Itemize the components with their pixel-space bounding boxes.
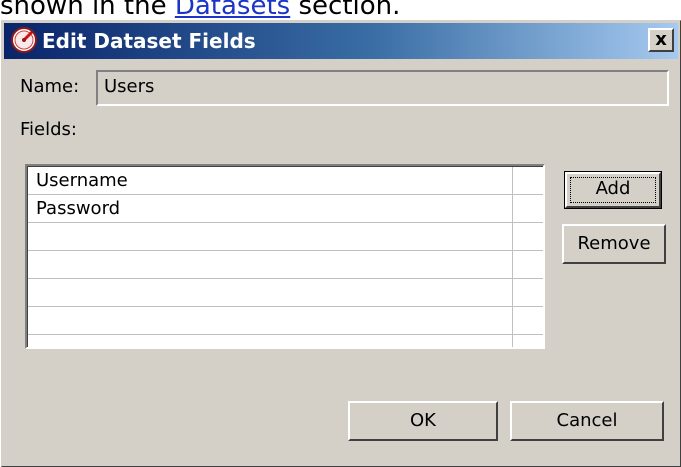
datasets-link[interactable]: Datasets bbox=[175, 0, 290, 21]
fields-table-body: Username Password bbox=[27, 166, 543, 347]
close-icon: x bbox=[655, 29, 667, 50]
table-row[interactable]: Username bbox=[28, 167, 543, 195]
add-button[interactable]: Add bbox=[564, 171, 662, 209]
cancel-button[interactable]: Cancel bbox=[510, 401, 664, 441]
name-label: Name: bbox=[20, 76, 80, 97]
document-text-after: section. bbox=[290, 0, 401, 21]
table-row[interactable] bbox=[28, 307, 543, 335]
field-name-cell: Username bbox=[36, 170, 128, 191]
dialog-title: Edit Dataset Fields bbox=[42, 29, 256, 53]
ok-button[interactable]: OK bbox=[348, 401, 498, 441]
table-row[interactable] bbox=[28, 251, 543, 279]
document-text-before: shown in the bbox=[0, 0, 175, 21]
remove-button[interactable]: Remove bbox=[562, 224, 666, 264]
table-row[interactable] bbox=[28, 223, 543, 251]
table-row[interactable] bbox=[28, 279, 543, 307]
fields-table[interactable]: Username Password bbox=[25, 164, 545, 349]
name-field[interactable]: Users bbox=[96, 70, 669, 106]
focus-ring bbox=[570, 177, 656, 203]
close-button[interactable]: x bbox=[648, 28, 674, 52]
dialog-titlebar[interactable]: Edit Dataset Fields x bbox=[4, 23, 678, 59]
ok-button-label: OK bbox=[410, 410, 436, 431]
gauge-icon bbox=[10, 26, 38, 54]
remove-button-label: Remove bbox=[577, 233, 651, 254]
table-row[interactable]: Password bbox=[28, 195, 543, 223]
edit-dataset-fields-dialog: Edit Dataset Fields x Name: Users Fields… bbox=[1, 20, 681, 467]
fields-label: Fields: bbox=[20, 119, 77, 140]
cancel-button-label: Cancel bbox=[556, 410, 618, 431]
field-name-cell: Password bbox=[36, 198, 121, 219]
